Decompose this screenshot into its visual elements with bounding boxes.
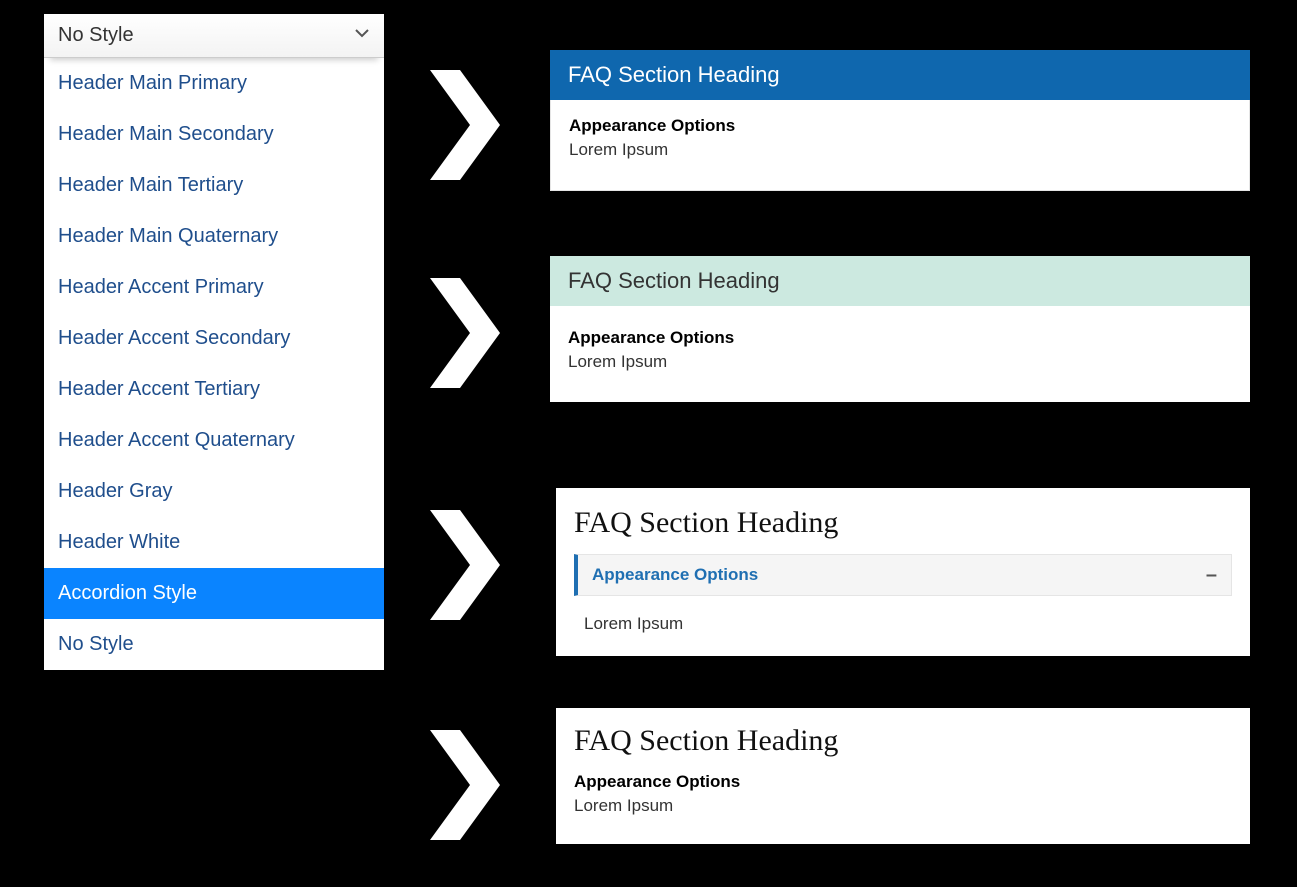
section-body: Lorem Ipsum: [568, 352, 1232, 372]
chevron-down-icon: [354, 24, 370, 47]
dropdown-selected-label: No Style: [58, 24, 134, 47]
section-subheading: Appearance Options: [574, 772, 1232, 792]
accordion-title: Appearance Options: [592, 565, 758, 585]
preview-accordion-style: FAQ Section Heading Appearance Options –…: [556, 488, 1250, 656]
dropdown-option-header-main-secondary[interactable]: Header Main Secondary: [44, 109, 384, 160]
section-body: Lorem Ipsum: [574, 796, 1232, 816]
arrow-icon: [430, 730, 500, 840]
arrow-icon: [430, 70, 500, 180]
dropdown-option-header-accent-quaternary[interactable]: Header Accent Quaternary: [44, 415, 384, 466]
preview-header-mint: FAQ Section Heading Appearance Options L…: [550, 256, 1250, 402]
dropdown-option-header-main-tertiary[interactable]: Header Main Tertiary: [44, 160, 384, 211]
section-subheading: Appearance Options: [568, 328, 1232, 348]
section-subheading: Appearance Options: [569, 116, 1231, 136]
section-heading: FAQ Section Heading: [550, 256, 1250, 306]
section-heading: FAQ Section Heading: [556, 500, 1250, 554]
preview-header-primary: FAQ Section Heading Appearance Options L…: [550, 50, 1250, 191]
section-body: Lorem Ipsum: [569, 140, 1231, 160]
dropdown-option-header-accent-secondary[interactable]: Header Accent Secondary: [44, 313, 384, 364]
dropdown-option-header-main-quaternary[interactable]: Header Main Quaternary: [44, 211, 384, 262]
dropdown-list: Header Main Primary Header Main Secondar…: [44, 58, 384, 670]
accordion-header[interactable]: Appearance Options –: [574, 554, 1232, 596]
collapse-icon: –: [1206, 565, 1217, 585]
arrow-icon: [430, 278, 500, 388]
arrow-icon: [430, 510, 500, 620]
accordion-body: Lorem Ipsum: [556, 596, 1250, 638]
dropdown-option-no-style[interactable]: No Style: [44, 619, 384, 670]
preview-no-style: FAQ Section Heading Appearance Options L…: [556, 708, 1250, 844]
section-heading: FAQ Section Heading: [574, 724, 1232, 758]
dropdown-option-header-main-primary[interactable]: Header Main Primary: [44, 58, 384, 109]
dropdown-option-header-accent-tertiary[interactable]: Header Accent Tertiary: [44, 364, 384, 415]
dropdown-option-header-white[interactable]: Header White: [44, 517, 384, 568]
dropdown-selected[interactable]: No Style: [44, 14, 384, 58]
dropdown-option-header-accent-primary[interactable]: Header Accent Primary: [44, 262, 384, 313]
style-dropdown[interactable]: No Style Header Main Primary Header Main…: [44, 14, 384, 670]
dropdown-option-accordion-style[interactable]: Accordion Style: [44, 568, 384, 619]
section-heading: FAQ Section Heading: [550, 50, 1250, 100]
dropdown-option-header-gray[interactable]: Header Gray: [44, 466, 384, 517]
